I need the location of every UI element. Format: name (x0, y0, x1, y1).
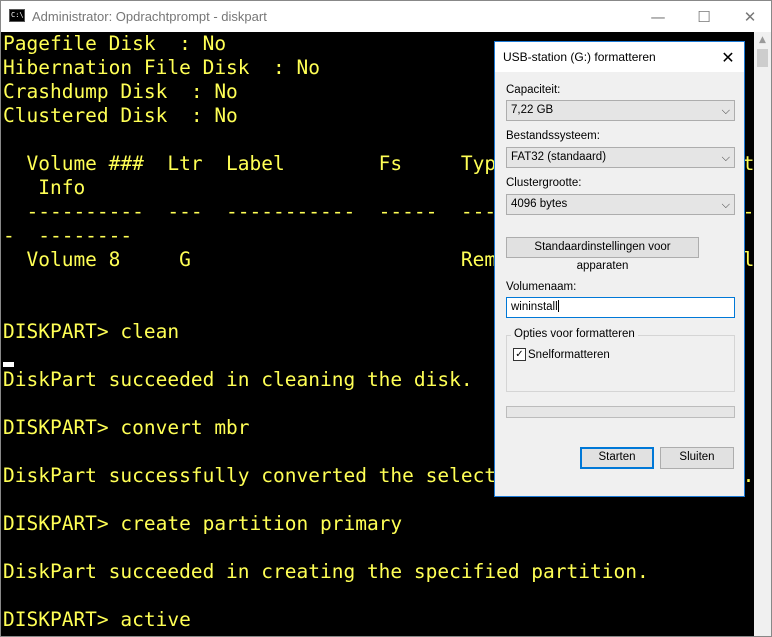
format-progress-bar (506, 406, 735, 418)
capacity-value: 7,22 GB (511, 104, 554, 116)
capacity-label: Capaciteit: (506, 84, 561, 96)
scroll-up-arrow-icon[interactable]: ▲ (754, 32, 771, 49)
close-button[interactable]: ✕ (727, 1, 771, 32)
cluster-size-select[interactable]: 4096 bytes ⌵ (506, 194, 735, 215)
maximize-button[interactable]: ☐ (681, 1, 727, 32)
filesystem-value: FAT32 (standaard) (511, 151, 607, 163)
format-options-group (506, 335, 735, 392)
window-title: Administrator: Opdrachtprompt - diskpart (32, 9, 267, 24)
scrollbar-thumb[interactable] (757, 49, 768, 67)
chevron-down-icon: ⌵ (721, 198, 730, 211)
filesystem-select[interactable]: FAT32 (standaard) ⌵ (506, 147, 735, 168)
cluster-size-value: 4096 bytes (511, 198, 568, 210)
close-dialog-button[interactable]: Sluiten (660, 447, 734, 469)
cluster-size-label: Clustergrootte: (506, 177, 582, 189)
format-options-legend: Opties voor formatteren (511, 328, 638, 340)
quick-format-checkbox[interactable]: ✓ (513, 348, 526, 361)
chevron-down-icon: ⌵ (721, 151, 730, 164)
dialog-close-icon[interactable]: ✕ (716, 45, 740, 69)
volume-label-value: wininstall (511, 301, 558, 313)
vertical-scrollbar[interactable] (754, 32, 771, 636)
quick-format-option[interactable]: ✓ Snelformatteren (513, 348, 610, 361)
quick-format-label: Snelformatteren (528, 348, 610, 361)
text-caret (557, 300, 559, 312)
volume-label-caption: Volumenaam: (506, 281, 577, 293)
format-dialog: USB-station (G:) formatteren ✕ Capacitei… (494, 41, 745, 497)
dialog-titlebar[interactable]: USB-station (G:) formatteren ✕ (495, 42, 744, 72)
start-button[interactable]: Starten (580, 447, 654, 469)
minimize-button[interactable]: — (635, 1, 681, 32)
capacity-select[interactable]: 7,22 GB ⌵ (506, 100, 735, 121)
cmd-icon: C:\. (9, 9, 28, 22)
chevron-down-icon: ⌵ (721, 104, 730, 117)
window-titlebar[interactable]: C:\. Administrator: Opdrachtprompt - dis… (1, 1, 771, 32)
filesystem-label: Bestandssysteem: (506, 130, 600, 142)
text-cursor (3, 362, 14, 367)
terminal-line: DiskPart succeeded in creating the speci… (3, 560, 649, 583)
dialog-title: USB-station (G:) formatteren (503, 50, 656, 64)
volume-label-input[interactable]: wininstall (506, 297, 735, 318)
terminal-line: DISKPART> active (3, 608, 191, 631)
restore-defaults-button[interactable]: Standaardinstellingen voor apparaten (506, 237, 699, 272)
terminal-line: DISKPART> create partition primary (3, 512, 403, 535)
